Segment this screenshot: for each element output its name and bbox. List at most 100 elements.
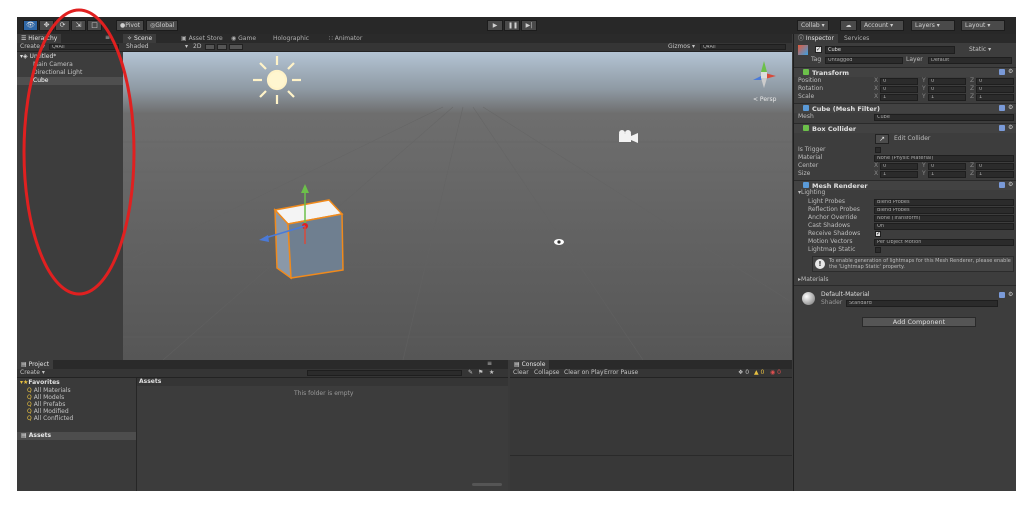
tab-holographic[interactable]: Holographic [269,34,313,43]
directional-light-sun-icon[interactable] [247,52,307,110]
mesh-renderer-header[interactable]: Mesh Renderer ⚙ [794,180,1016,190]
favorites-header[interactable]: ▾★Favorites [20,379,60,387]
selected-cube-object[interactable] [259,184,349,284]
component-help-icon[interactable] [999,69,1005,75]
step-button[interactable]: ▶| [521,20,537,31]
rotation-x-field[interactable]: 0 [880,86,918,93]
component-settings-gear-icon[interactable]: ⚙ [1008,181,1013,189]
collab-dropdown[interactable]: Collab ▾ [797,20,829,31]
icon-size-slider[interactable] [472,483,502,486]
hand-tool-icon[interactable]: 👁 [23,20,38,31]
size-y-field[interactable]: 1 [928,171,966,178]
favorite-star-icon[interactable]: ★ [489,369,494,377]
mesh-field[interactable]: Cube [874,114,1014,121]
shader-dropdown[interactable]: Standard [846,300,998,307]
object-name-field[interactable]: Cube [825,46,955,54]
physic-material-field[interactable]: None (Physic Material) [874,155,1014,162]
error-count-icon[interactable]: ◉ 0 [770,369,781,377]
filter-by-label-icon[interactable]: ⚑ [478,369,483,377]
pause-button[interactable]: ❚❚ [504,20,520,31]
assets-breadcrumb[interactable]: Assets [139,378,161,386]
center-y-field[interactable]: 0 [928,163,966,170]
cloud-icon[interactable]: ☁ [840,20,857,31]
hierarchy-create-button[interactable]: Create ▾ [20,43,45,51]
position-y-field[interactable]: 0 [928,78,966,85]
receive-shadows-checkbox[interactable]: ✓ [875,231,881,237]
tab-hierarchy[interactable]: ☰ Hierarchy [17,34,62,43]
component-settings-gear-icon[interactable]: ⚙ [1008,124,1013,132]
light-probes-dropdown[interactable]: Blend Probes [874,199,1014,206]
audio-toggle-icon[interactable] [217,44,227,50]
info-count-icon[interactable]: ❖ 0 [738,369,749,377]
layer-dropdown[interactable]: Default [928,57,1012,64]
box-collider-header[interactable]: Box Collider ⚙ [794,123,1016,133]
edit-collider-icon[interactable]: ↗ [875,134,889,144]
motion-vectors-dropdown[interactable]: Per Object Motion [874,239,1014,246]
layers-dropdown[interactable]: Layers ▾ [911,20,955,31]
persp-label[interactable]: < Persp [753,96,776,104]
warning-count-icon[interactable]: ▲ 0 [754,369,764,377]
material-settings-gear-icon[interactable]: ⚙ [1008,291,1013,299]
transform-header[interactable]: Transform ⚙ [794,67,1016,77]
scene-viewport[interactable]: < Persp [123,52,792,360]
lightmap-static-checkbox[interactable] [875,247,881,253]
add-component-button[interactable]: Add Component [862,317,976,327]
hierarchy-item-cube[interactable]: Cube [33,77,49,85]
static-dropdown[interactable]: Static ▾ [969,46,991,54]
cast-shadows-dropdown[interactable]: On [874,223,1014,230]
tab-asset-store[interactable]: ▣ Asset Store [177,34,227,43]
component-help-icon[interactable] [999,182,1005,188]
layout-dropdown[interactable]: Layout ▾ [961,20,1005,31]
tab-project[interactable]: ▤ Project [17,360,54,369]
hierarchy-search-input[interactable]: Q▾All [49,44,119,50]
console-clear-on-play-button[interactable]: Clear on Play [564,369,604,377]
tab-game[interactable]: ◉ Game [227,34,260,43]
console-clear-button[interactable]: Clear [513,369,529,377]
component-settings-gear-icon[interactable]: ⚙ [1008,104,1013,112]
account-dropdown[interactable]: Account ▾ [860,20,904,31]
position-z-field[interactable]: 0 [976,78,1014,85]
component-help-icon[interactable] [999,125,1005,131]
gizmos-dropdown[interactable]: Gizmos ▾ [668,43,695,51]
tab-console[interactable]: ▤ Console [510,360,550,369]
scale-tool-icon[interactable]: ⇲ [71,20,86,31]
scale-z-field[interactable]: 1 [976,94,1014,101]
materials-foldout[interactable]: ▸Materials [798,276,829,284]
is-trigger-checkbox[interactable] [875,147,881,153]
panel-menu-icon[interactable]: ≡ [105,34,110,42]
component-help-icon[interactable] [999,105,1005,111]
rect-tool-icon[interactable]: □ [87,20,102,31]
position-x-field[interactable]: 0 [880,78,918,85]
rotation-y-field[interactable]: 0 [928,86,966,93]
lighting-toggle-icon[interactable] [205,44,215,50]
tab-services[interactable]: Services [840,34,873,43]
play-button[interactable]: ▶ [487,20,503,31]
project-panel-menu-icon[interactable]: ≡ [487,360,492,368]
active-checkbox[interactable]: ✓ [815,46,822,53]
scale-x-field[interactable]: 1 [880,94,918,101]
tab-animator[interactable]: ∷ Animator [325,34,366,43]
filter-by-type-icon[interactable]: ✎ [468,369,473,377]
hierarchy-item-main-camera[interactable]: Main Camera [33,61,73,69]
default-material-label[interactable]: Default-Material [821,291,869,299]
project-create-button[interactable]: Create ▾ [20,369,45,377]
tab-scene[interactable]: ✧ Scene [123,34,157,43]
reflection-probes-dropdown[interactable]: Blend Probes [874,207,1014,214]
center-x-field[interactable]: 0 [880,163,918,170]
component-help-icon[interactable] [999,292,1005,298]
center-z-field[interactable]: 0 [976,163,1014,170]
size-z-field[interactable]: 1 [976,171,1014,178]
global-toggle[interactable]: ◎Global [146,20,179,31]
anchor-override-field[interactable]: None (Transform) [874,215,1014,222]
console-error-pause-button[interactable]: Error Pause [604,369,638,377]
rotation-z-field[interactable]: 0 [976,86,1014,93]
scale-y-field[interactable]: 1 [928,94,966,101]
project-search-input[interactable] [307,370,462,376]
component-settings-gear-icon[interactable]: ⚙ [1008,68,1013,76]
favorites-item-all-conflicted[interactable]: Q All Conflicted [27,415,73,423]
effects-toggle-icon[interactable] [229,44,243,50]
scene-root[interactable]: ▾◈ Untitled* [20,53,56,61]
mode-2d-toggle[interactable]: 2D [193,43,201,51]
mesh-filter-header[interactable]: Cube (Mesh Filter) ⚙ [794,103,1016,113]
rotate-tool-icon[interactable]: ⟳ [55,20,70,31]
